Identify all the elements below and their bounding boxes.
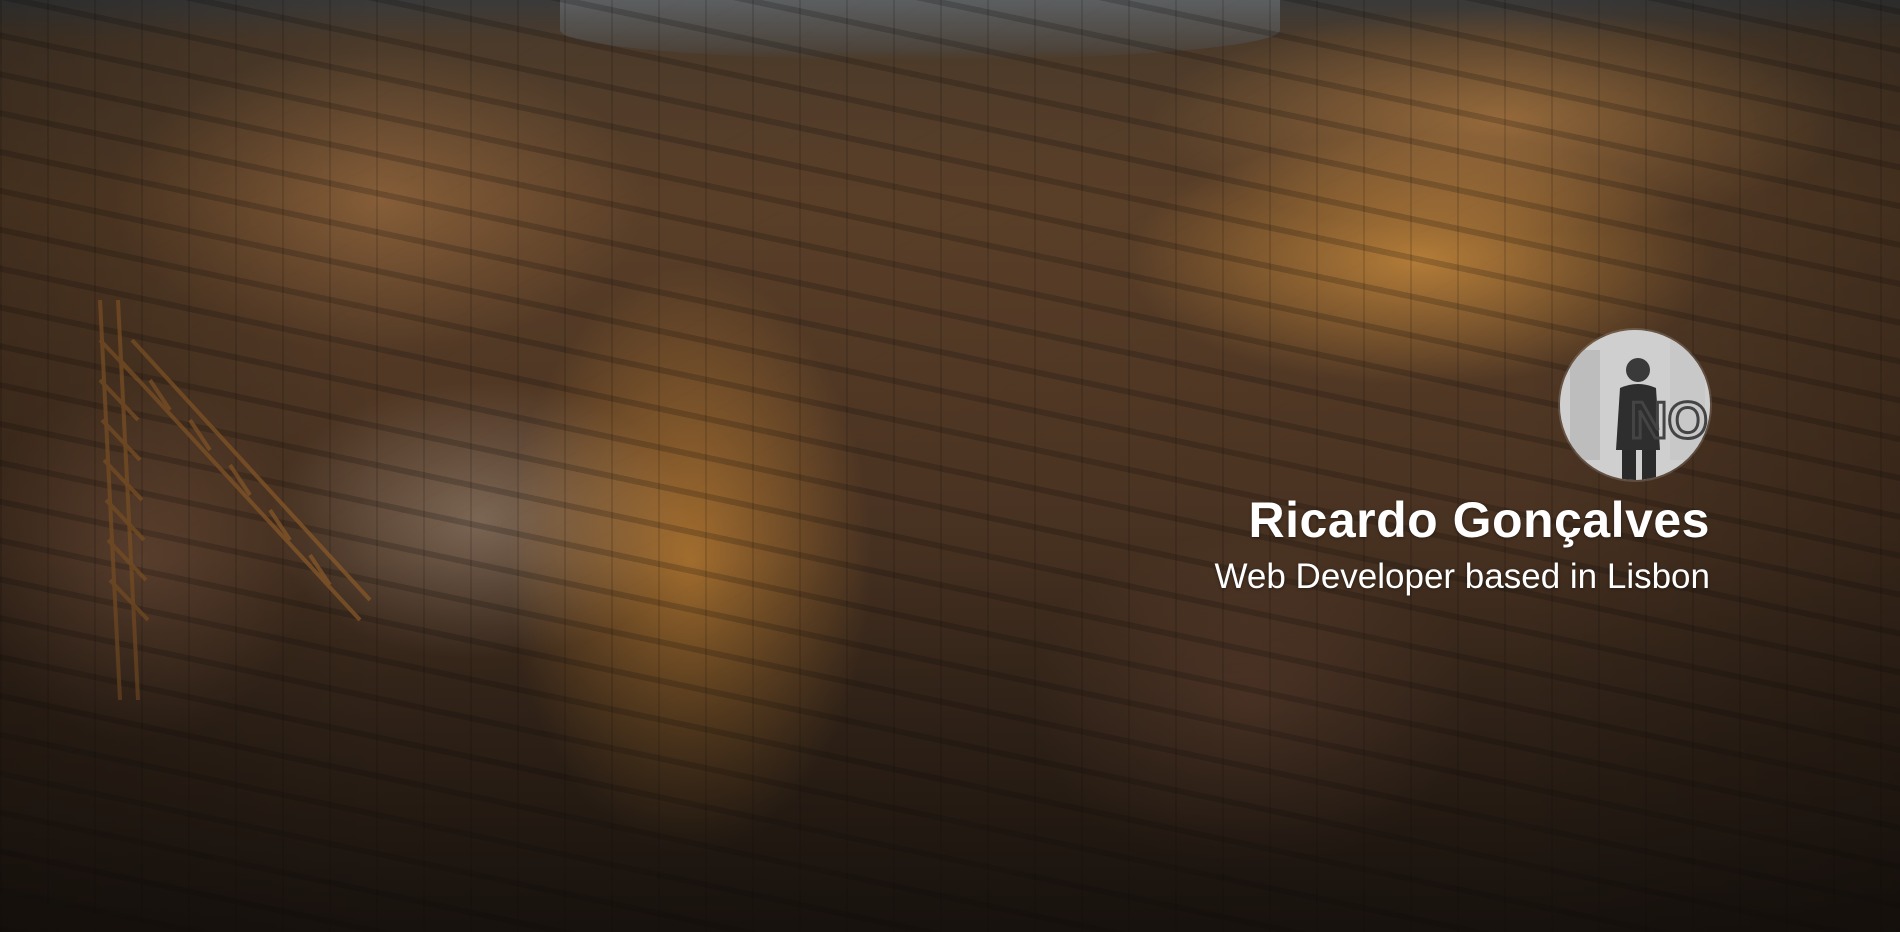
profile-avatar: NO (1560, 330, 1710, 480)
profile-tagline: Web Developer based in Lisbon (1214, 557, 1710, 596)
hero-section: NO Ricardo Gonçalves Web Developer based… (0, 0, 1900, 932)
avatar-photo-graphic: NO (1560, 330, 1710, 480)
profile-name: Ricardo Gonçalves (1248, 492, 1710, 548)
avatar-graffiti-text: NO (1630, 392, 1708, 450)
